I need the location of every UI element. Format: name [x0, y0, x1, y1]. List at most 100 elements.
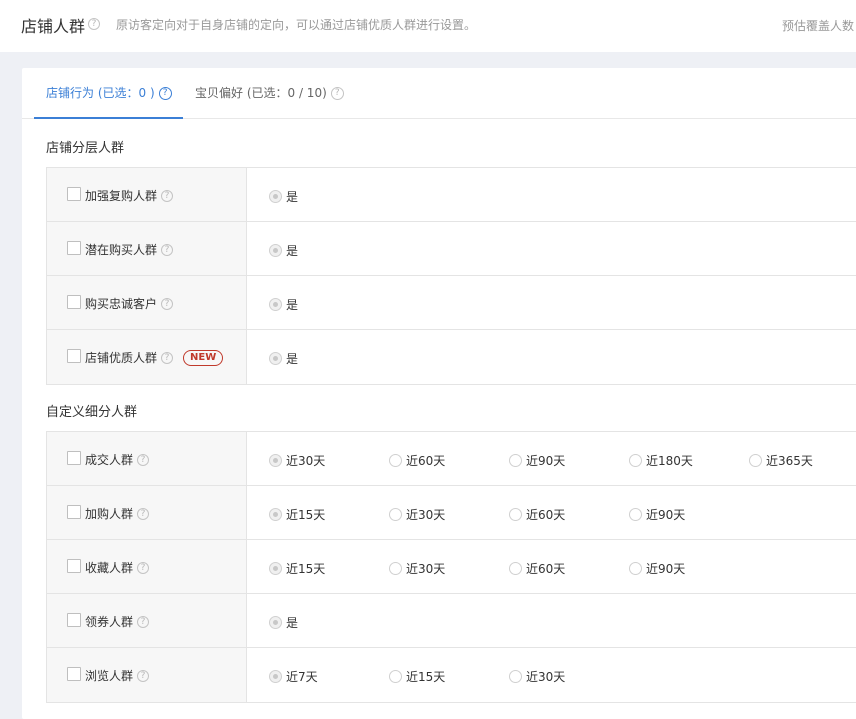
radio-option-label: 近365天 — [766, 454, 813, 468]
question-circle-icon[interactable]: ? — [161, 243, 174, 256]
question-circle-icon[interactable]: ? — [161, 189, 174, 202]
radio-option[interactable]: 近90天 — [629, 506, 686, 522]
radio-icon[interactable] — [629, 508, 642, 521]
radio-option[interactable]: 是 — [269, 296, 299, 312]
checkbox-icon[interactable] — [67, 613, 81, 627]
radio-option-label: 近15天 — [286, 508, 326, 522]
radio-icon[interactable] — [389, 670, 402, 683]
row-label[interactable]: 浏览人群? — [85, 667, 150, 684]
row-label-cell: 购买忠诚客户? — [47, 276, 247, 329]
store-tier-table: 加强复购人群? 是潜在购买人群? 是购买忠诚客户? 是店铺优质人群? NEW 是 — [46, 167, 856, 385]
radio-option[interactable]: 近15天 — [269, 560, 325, 576]
radio-option[interactable]: 是 — [269, 614, 298, 630]
radio-option[interactable]: 是 — [269, 350, 298, 366]
radio-icon[interactable] — [269, 244, 282, 257]
radio-icon[interactable] — [509, 454, 522, 467]
question-circle-icon[interactable]: ? — [161, 351, 174, 364]
checkbox-icon[interactable] — [67, 559, 81, 573]
radio-option[interactable]: 近90天 — [629, 560, 685, 576]
radio-icon[interactable] — [509, 670, 522, 683]
checkbox-icon[interactable] — [67, 187, 81, 201]
tab-item-preference[interactable]: 宝贝偏好 (已选：0 / 10)? — [195, 84, 344, 119]
question-circle-icon[interactable]: ? — [330, 87, 344, 100]
radio-icon[interactable] — [269, 670, 282, 683]
table-row: 购买忠诚客户? 是 — [47, 276, 856, 330]
radio-icon[interactable] — [389, 562, 402, 575]
table-row: 收藏人群? 近15天 近30天 近60天 近90天 — [47, 540, 856, 594]
radio-option[interactable]: 近30天 — [269, 452, 325, 468]
radio-option-label: 近30天 — [406, 508, 446, 522]
checkbox-icon[interactable] — [67, 505, 81, 519]
radio-option[interactable]: 近60天 — [509, 506, 566, 522]
radio-option-label: 是 — [286, 298, 299, 312]
active-tab-indicator — [34, 117, 183, 119]
question-circle-icon[interactable]: ? — [137, 507, 150, 520]
radio-option-label: 近90天 — [526, 454, 566, 468]
row-label-cell: 收藏人群? — [47, 540, 247, 593]
radio-icon[interactable] — [389, 454, 402, 467]
radio-option[interactable]: 近7天 — [269, 668, 318, 684]
radio-option-label: 近60天 — [526, 508, 566, 522]
radio-option[interactable]: 近90天 — [509, 452, 566, 468]
radio-option[interactable]: 是 — [269, 242, 298, 258]
table-row: 加购人群? 近15天 近30天 近60天 近90天 — [47, 486, 856, 540]
row-label[interactable]: 潜在购买人群? — [85, 241, 174, 258]
radio-icon[interactable] — [389, 508, 402, 521]
radio-icon[interactable] — [269, 616, 282, 629]
estimated-coverage-label: 预估覆盖人数 — [782, 19, 855, 33]
radio-option-label: 近90天 — [646, 508, 686, 522]
row-label-cell: 店铺优质人群? NEW — [47, 330, 247, 384]
radio-option[interactable]: 近30天 — [389, 560, 445, 576]
row-label[interactable]: 加购人群? — [85, 505, 150, 522]
tab-store-behavior[interactable]: 店铺行为 (已选：0 )? — [46, 84, 172, 119]
question-circle-icon[interactable]: ? — [158, 87, 172, 100]
radio-icon[interactable] — [509, 508, 522, 521]
radio-icon[interactable] — [269, 454, 282, 467]
checkbox-icon[interactable] — [67, 667, 81, 681]
radio-option[interactable]: 近60天 — [389, 452, 446, 468]
radio-option-label: 近60天 — [406, 454, 446, 468]
row-label[interactable]: 领券人群? — [85, 613, 150, 630]
radio-option[interactable]: 近30天 — [509, 668, 565, 684]
radio-icon[interactable] — [509, 562, 522, 575]
row-label-text: 收藏人群 — [85, 561, 134, 575]
row-label-text: 购买忠诚客户 — [85, 297, 158, 311]
row-label[interactable]: 店铺优质人群? NEW — [85, 349, 224, 366]
row-label-text: 加购人群 — [85, 507, 134, 521]
radio-option[interactable]: 近15天 — [389, 668, 445, 684]
page-description: 原访客定向对于自身店铺的定向，可以通过店铺优质人群进行设置。 — [116, 18, 477, 32]
question-circle-icon[interactable]: ? — [137, 561, 150, 574]
radio-icon[interactable] — [269, 190, 282, 203]
row-label[interactable]: 购买忠诚客户? — [85, 295, 174, 312]
question-circle-icon[interactable]: ? — [161, 297, 174, 310]
radio-icon[interactable] — [749, 454, 762, 467]
radio-option[interactable]: 近15天 — [269, 506, 326, 522]
question-circle-icon[interactable]: ? — [137, 453, 150, 466]
row-label[interactable]: 加强复购人群? — [85, 187, 174, 204]
checkbox-icon[interactable] — [67, 295, 81, 309]
row-label-cell: 成交人群? — [47, 432, 247, 485]
question-circle-icon[interactable]: ? — [137, 669, 150, 682]
radio-option[interactable]: 近180天 — [629, 452, 693, 468]
new-badge: NEW — [183, 349, 224, 366]
radio-option[interactable]: 近365天 — [749, 452, 813, 468]
radio-icon[interactable] — [629, 562, 642, 575]
radio-icon[interactable] — [269, 562, 282, 575]
radio-option[interactable]: 近30天 — [389, 506, 446, 522]
checkbox-icon[interactable] — [67, 349, 81, 363]
radio-icon[interactable] — [629, 454, 642, 467]
radio-option[interactable]: 近60天 — [509, 560, 565, 576]
radio-icon[interactable] — [269, 298, 282, 311]
radio-option[interactable]: 是 — [269, 188, 298, 204]
question-circle-icon[interactable]: ? — [137, 615, 150, 628]
row-label-cell: 加强复购人群? — [47, 168, 247, 221]
checkbox-icon[interactable] — [67, 241, 81, 255]
table-row: 店铺优质人群? NEW 是 — [47, 330, 856, 384]
radio-icon[interactable] — [269, 352, 282, 365]
question-circle-icon[interactable]: ? — [88, 18, 100, 30]
row-label[interactable]: 收藏人群? — [85, 559, 150, 576]
checkbox-icon[interactable] — [67, 451, 81, 465]
row-label-text: 浏览人群 — [85, 669, 134, 683]
row-label[interactable]: 成交人群? — [85, 451, 150, 468]
radio-icon[interactable] — [269, 508, 282, 521]
